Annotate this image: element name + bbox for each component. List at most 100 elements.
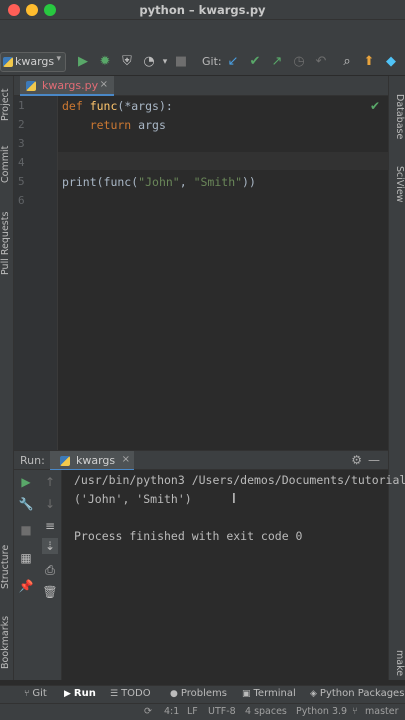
main-toolbar: kwargs ▾ ▶ ✹ ⛨ ◔ ▾ ■ Git: ↙ ✔ ↗ ◷ ↶ ⌕ ⬆ … — [0, 20, 405, 76]
python-packages-tool-tab-label: Python Packages — [319, 688, 405, 699]
git-history-icon[interactable]: ◷ — [290, 53, 308, 71]
code-text: args — [131, 118, 166, 132]
arrow-down-icon[interactable]: ↓ — [42, 496, 58, 512]
run-tool-tab-label: Run — [73, 688, 96, 699]
python-file-icon — [3, 57, 13, 67]
git-tool-tab[interactable]: ⑂ Git — [24, 688, 47, 699]
line-number: 4 — [18, 156, 25, 169]
minimize-icon[interactable]: — — [368, 453, 380, 467]
status-indicator-icon[interactable]: ⟳ — [144, 706, 152, 717]
run-panel-label: Run: — [20, 454, 45, 467]
run-console[interactable]: ▶ 🔧 ■ ▦ 📌 ↑ ↓ ≡ ⇣ ⎙ 🗑 /usr/bin/python3 /… — [14, 470, 405, 680]
bookmarks-tool-tab[interactable]: Bookmarks — [0, 608, 14, 676]
git-rollback-icon[interactable]: ↶ — [312, 53, 330, 71]
sciview-tool-tab[interactable]: SciView — [391, 166, 405, 216]
title-bar: python – kwargs.py — [0, 0, 405, 20]
code-text: (*args): — [117, 99, 173, 113]
left-tool-strip: Project Commit Pull Requests Structure B… — [0, 76, 14, 680]
close-icon[interactable]: × — [122, 454, 130, 465]
code-line-2: return args — [62, 118, 166, 132]
structure-tool-tab[interactable]: Structure — [0, 538, 14, 596]
line-number: 1 — [18, 99, 25, 112]
python-interpreter[interactable]: Python 3.9 — [296, 706, 347, 717]
chevron-down-icon: ▾ — [56, 54, 61, 64]
indent-setting[interactable]: 4 spaces — [245, 706, 287, 717]
python-file-icon — [26, 81, 36, 91]
run-configuration-label: kwargs — [15, 55, 55, 68]
code-text: print(func( — [62, 175, 139, 189]
code-line-1: def func(*args): — [62, 99, 173, 113]
code-text: , — [179, 175, 194, 189]
updates-icon[interactable]: ⬆ — [360, 53, 378, 71]
keyword-def: def — [62, 99, 83, 113]
run-tab-label: kwargs — [76, 454, 116, 467]
rerun-icon[interactable]: ▶ — [18, 474, 34, 490]
caret-position[interactable]: 4:1 — [164, 706, 179, 717]
python-packages-tool-tab[interactable]: ◈ Python Packages — [310, 688, 404, 699]
problems-tool-tab[interactable]: ● Problems — [170, 688, 227, 699]
status-bar: ⟳ 4:1 LF UTF-8 4 spaces Python 3.9 ⑂ mas… — [0, 703, 405, 720]
wrench-icon[interactable]: 🔧 — [18, 496, 34, 512]
code-line-5: print(func("John", "Smith")) — [62, 175, 256, 189]
run-icon: ▶ — [64, 689, 71, 699]
packages-icon: ◈ — [310, 689, 317, 699]
make-tool-tab[interactable]: make — [391, 650, 405, 680]
line-separator[interactable]: LF — [187, 706, 198, 717]
print-icon[interactable]: ⎙ — [42, 562, 58, 578]
code-text: )) — [242, 175, 256, 189]
line-number-gutter: 1 2 3 4 5 6 — [14, 96, 58, 451]
console-output-line: /usr/bin/python3 /Users/demos/Documents/… — [74, 473, 405, 487]
git-commit-icon[interactable]: ✔ — [246, 53, 264, 71]
coverage-icon[interactable]: ⛨ — [118, 53, 136, 71]
stop-icon[interactable]: ■ — [18, 522, 34, 538]
database-tool-tab[interactable]: Database — [391, 94, 405, 154]
gear-icon[interactable]: ⚙ — [351, 453, 362, 467]
trash-icon[interactable]: 🗑 — [42, 584, 58, 600]
right-tool-strip: Database SciView make — [388, 76, 405, 680]
git-label: Git: — [202, 55, 222, 68]
editor-tab-bar: kwargs.py × — [14, 76, 388, 96]
debug-icon[interactable]: ✹ — [96, 53, 114, 71]
git-branch[interactable]: master — [365, 706, 399, 717]
python-file-icon — [60, 456, 70, 466]
caret-row-highlight — [14, 152, 388, 170]
soft-wrap-icon[interactable]: ≡ — [42, 518, 58, 534]
git-push-icon[interactable]: ↗ — [268, 53, 286, 71]
inspection-ok-icon[interactable]: ✔ — [370, 99, 380, 113]
window-title: python – kwargs.py — [139, 3, 266, 17]
stop-icon[interactable]: ■ — [172, 53, 190, 71]
run-tab-kwargs[interactable]: kwargs × — [50, 451, 134, 471]
run-panel-header: Run: kwargs × ⚙ — — [14, 450, 388, 471]
search-icon[interactable]: ⌕ — [338, 53, 356, 71]
arrow-up-icon[interactable]: ↑ — [42, 474, 58, 490]
git-update-icon[interactable]: ↙ — [224, 53, 242, 71]
terminal-tool-tab-label: Terminal — [253, 688, 296, 699]
text-cursor-icon: I — [232, 492, 236, 507]
run-configuration-select[interactable]: kwargs ▾ — [0, 52, 66, 72]
todo-tool-tab[interactable]: ☰ TODO — [110, 688, 151, 699]
line-number: 2 — [18, 118, 25, 131]
run-tool-tab[interactable]: ▶ Run — [64, 688, 96, 699]
git-branch-icon: ⑂ — [24, 689, 30, 699]
line-number: 3 — [18, 137, 25, 150]
plugin-logo-icon[interactable]: ◆ — [382, 53, 400, 71]
editor-tab-kwargs[interactable]: kwargs.py × — [20, 76, 114, 96]
editor-tab-label: kwargs.py — [42, 79, 99, 92]
pin-icon[interactable]: 📌 — [18, 578, 34, 594]
terminal-tool-tab[interactable]: ▣ Terminal — [242, 688, 296, 699]
string-literal: "Smith" — [193, 175, 243, 189]
line-number: 6 — [18, 194, 25, 207]
close-icon[interactable]: × — [100, 79, 108, 90]
list-icon: ☰ — [110, 689, 119, 699]
git-tool-tab-label: Git — [32, 688, 47, 699]
run-icon[interactable]: ▶ — [74, 53, 92, 71]
scroll-to-end-icon[interactable]: ⇣ — [42, 538, 58, 554]
layout-icon[interactable]: ▦ — [18, 550, 34, 566]
line-number: 5 — [18, 175, 25, 188]
console-output-line: ('John', 'Smith') — [74, 492, 192, 506]
file-encoding[interactable]: UTF-8 — [208, 706, 236, 717]
commit-tool-tab[interactable]: Commit — [0, 140, 14, 188]
pull-requests-tool-tab[interactable]: Pull Requests — [0, 206, 14, 280]
project-tool-tab[interactable]: Project — [0, 80, 14, 130]
code-editor[interactable]: 1 2 3 4 5 6 def func(*args): return args… — [14, 96, 388, 451]
